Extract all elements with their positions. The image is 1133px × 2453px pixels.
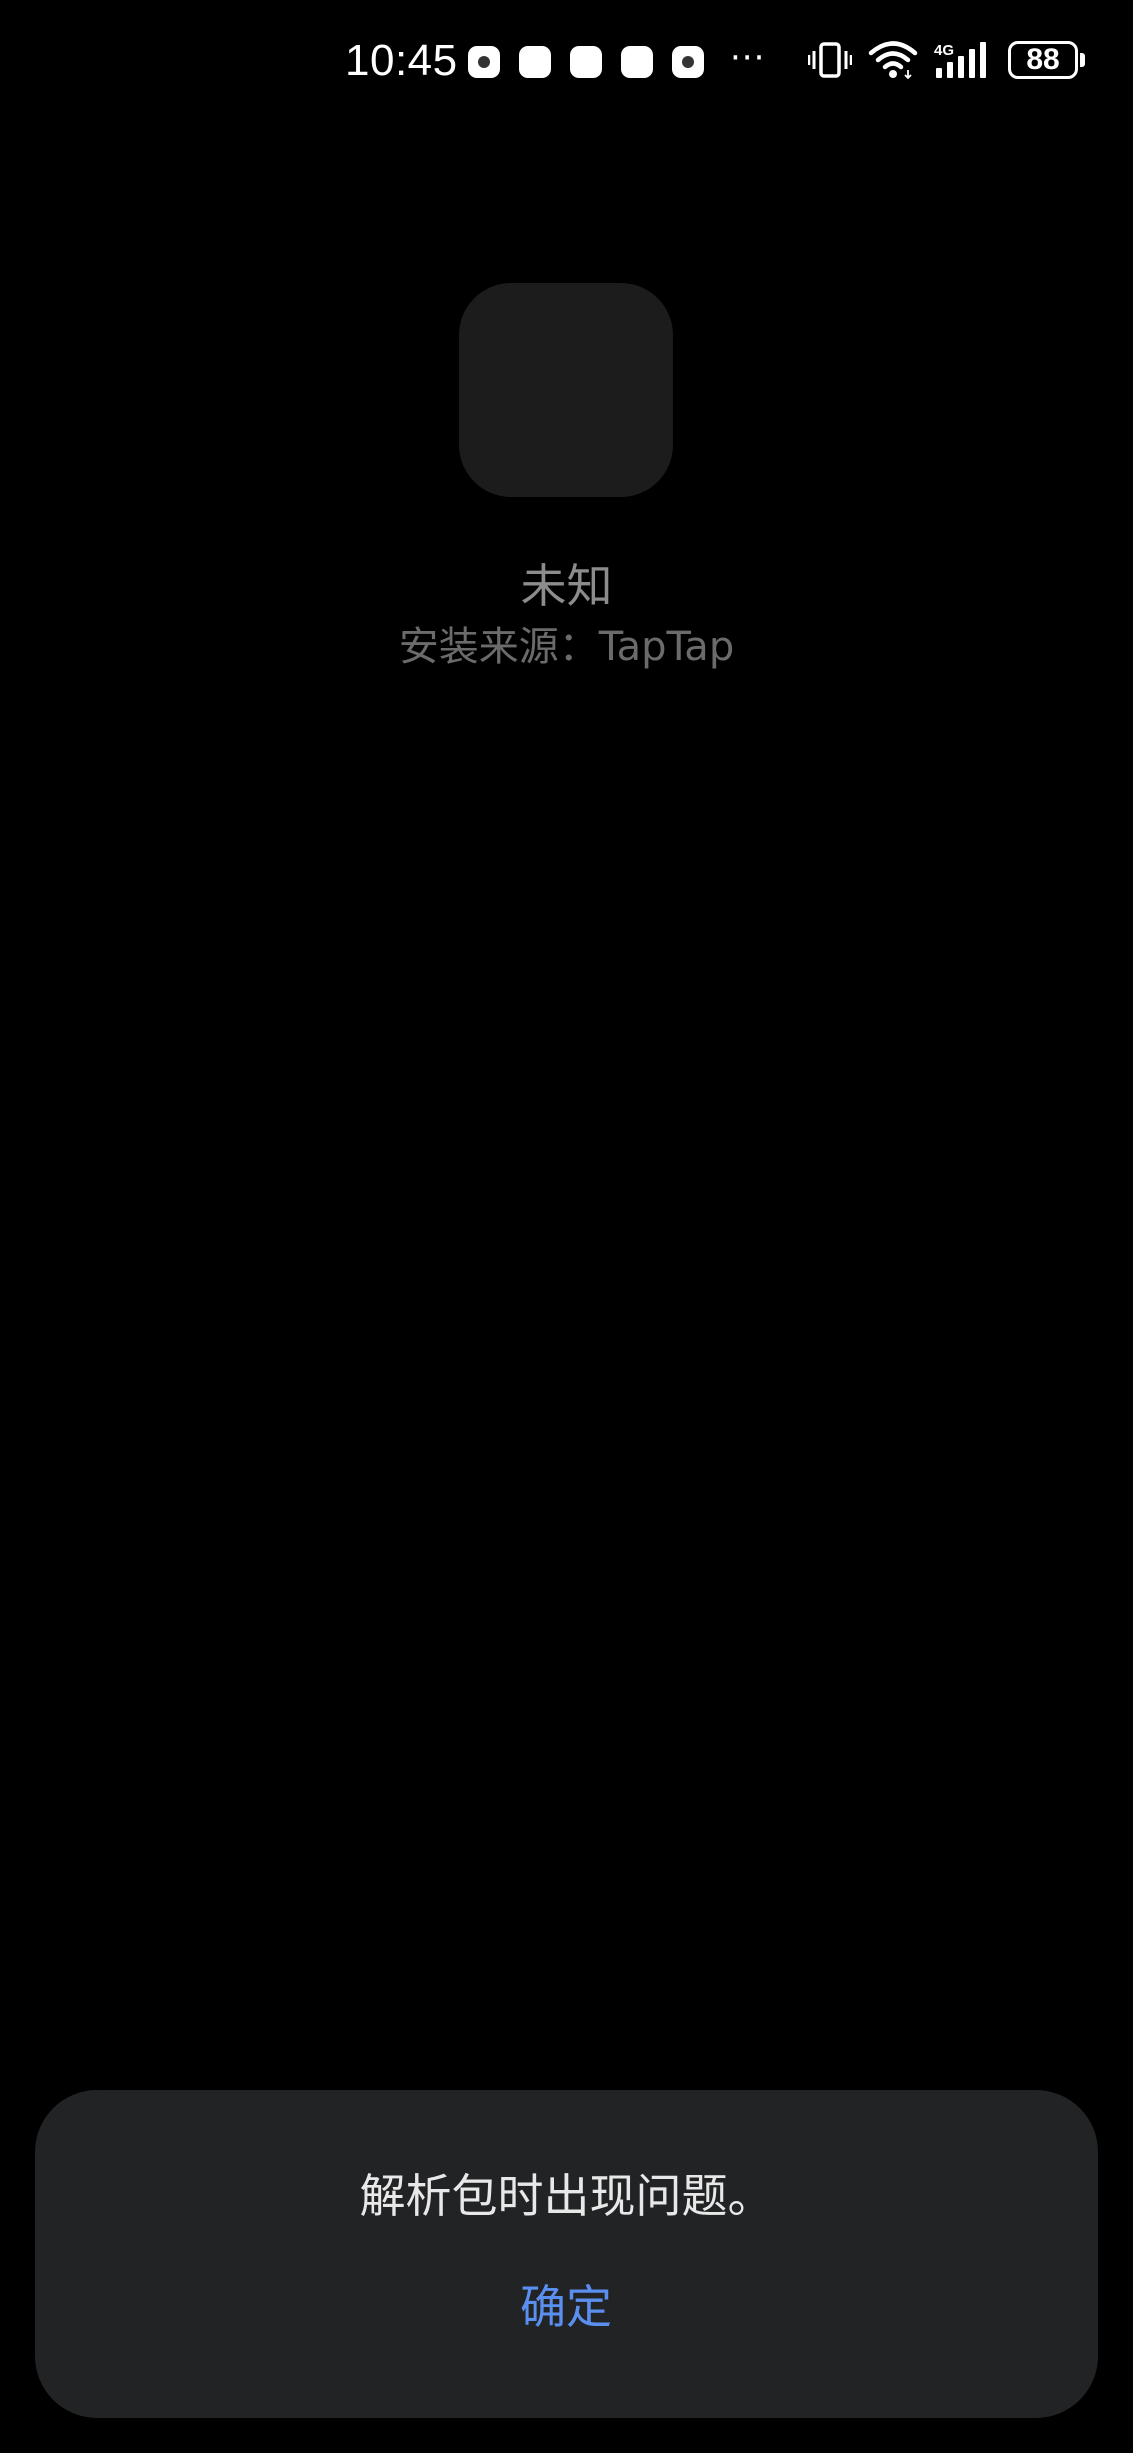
- network-type-label: 4G: [934, 42, 954, 59]
- system-icons: 4G 88: [808, 40, 1085, 80]
- app-notification-icon: [672, 46, 704, 78]
- app-notification-icon: [570, 46, 602, 78]
- battery-tip: [1080, 53, 1085, 67]
- app-icon-placeholder: [459, 283, 673, 497]
- app-name: 未知: [520, 559, 613, 613]
- vibrate-icon: [808, 42, 852, 78]
- app-notification-icon: [621, 46, 653, 78]
- dialog-message: 解析包时出现问题。: [359, 2169, 774, 2223]
- confirm-button[interactable]: 确定: [466, 2264, 666, 2344]
- install-source: 安装来源：TapTap: [398, 624, 735, 670]
- app-notification-icon: [468, 46, 500, 78]
- app-notification-icon: [519, 46, 551, 78]
- signal-4g-icon: 4G: [934, 42, 986, 78]
- error-dialog: 解析包时出现问题。 确定: [35, 2090, 1098, 2418]
- more-notifications-indicator: ···: [730, 38, 766, 78]
- wifi-icon: [868, 41, 918, 80]
- status-time: 10:45: [345, 36, 458, 85]
- status-bar: 10:45 ··· 4G 88: [0, 0, 1133, 125]
- notification-icons: [468, 46, 704, 78]
- battery-icon: 88: [1008, 41, 1085, 79]
- battery-level: 88: [1008, 41, 1078, 79]
